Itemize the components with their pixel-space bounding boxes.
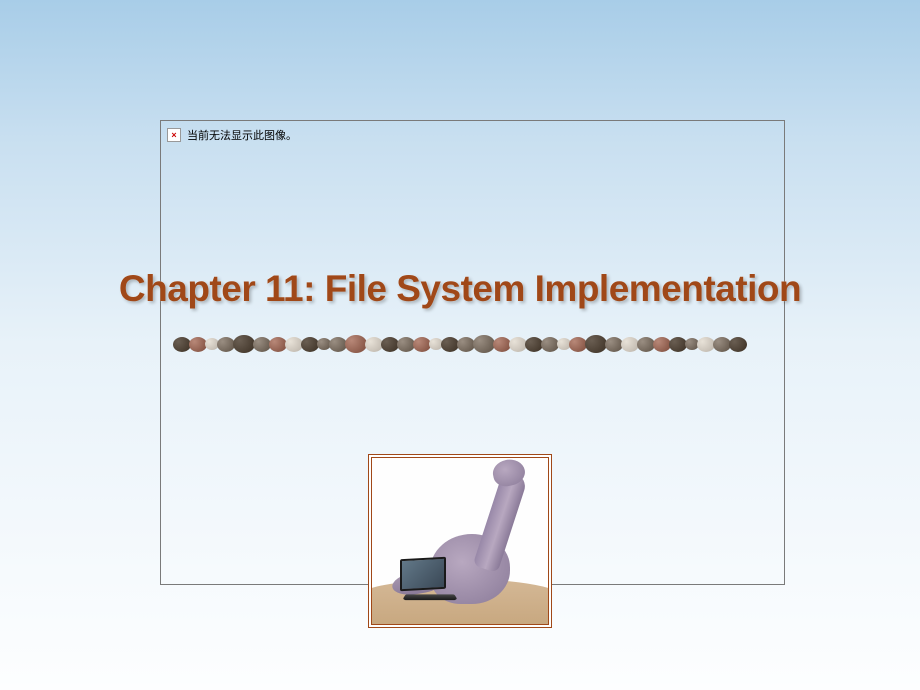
broken-image-label: 当前无法显示此图像。 (187, 127, 297, 143)
broken-image-icon: × (167, 128, 181, 142)
dinosaur-image-frame (368, 454, 552, 628)
slide-title: Chapter 11: File System Implementation (0, 268, 920, 310)
dinosaur-illustration (372, 458, 548, 624)
broken-image-bar: × 当前无法显示此图像。 (165, 125, 780, 145)
decorative-pebble-divider (130, 330, 790, 358)
